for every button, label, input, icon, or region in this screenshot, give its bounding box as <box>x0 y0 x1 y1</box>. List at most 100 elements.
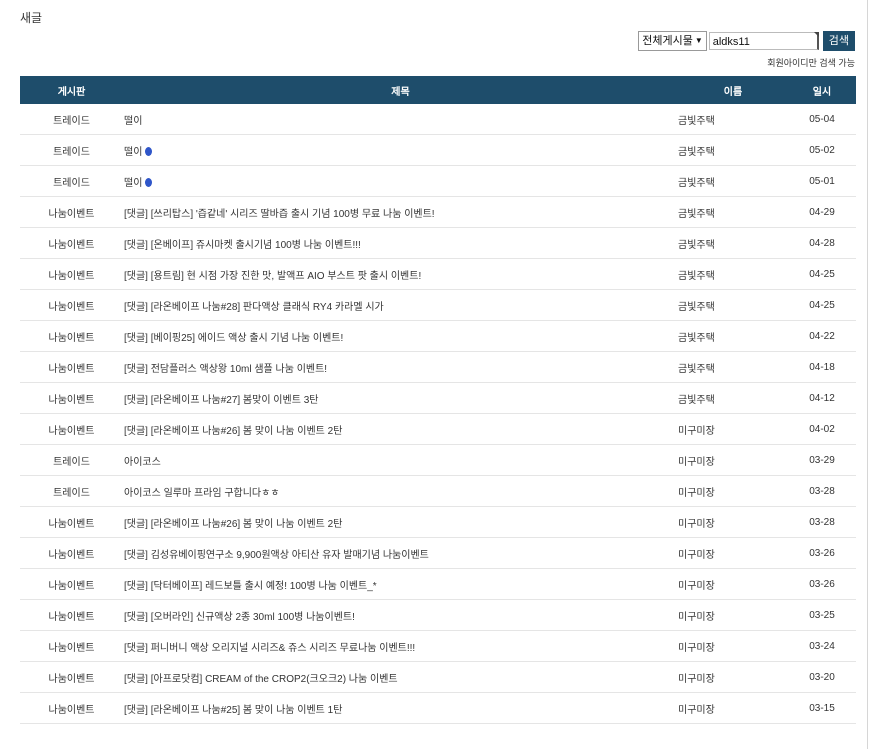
row-title-link[interactable]: 아이코스 <box>123 457 161 468</box>
search-scope-selected: 전체게시물 <box>642 35 693 47</box>
row-board-link[interactable]: 나눔이벤트 <box>20 320 123 352</box>
row-title-link[interactable]: [댓글] [라온베이프 나눔#27] 봄맞이 이벤트 3탄 <box>123 395 318 406</box>
row-board-link[interactable]: 나눔이벤트 <box>20 351 123 383</box>
row-title-link[interactable]: [댓글] 퍼니버니 액상 오리지널 시리즈& 쥬스 시리즈 무료나눔 이벤트!!… <box>123 643 415 654</box>
row-title-link[interactable]: 떨이 <box>123 116 142 127</box>
row-title-cell: [댓글] [용트림] 현 시점 가장 진한 맛, 발액프 AIO 부스트 팟 출… <box>123 258 678 290</box>
row-title-link[interactable]: [댓글] 김성유베이핑연구소 9,900원액상 아티산 유자 발매기념 나눔이벤… <box>123 550 429 561</box>
row-date: 04-28 <box>788 227 856 259</box>
row-author[interactable]: 미구미장 <box>678 692 788 724</box>
row-title-cell: [댓글] [라온베이프 나눔#27] 봄맞이 이벤트 3탄 <box>123 382 678 414</box>
table-row[interactable]: 나눔이벤트 [댓글] 퍼니버니 액상 오리지널 시리즈& 쥬스 시리즈 무료나눔 … <box>20 630 856 662</box>
row-board-link[interactable]: 나눔이벤트 <box>20 506 123 538</box>
row-author[interactable]: 미구미장 <box>678 413 788 445</box>
row-title-link[interactable]: [댓글] 전담플러스 액상왕 10ml 샘플 나눔 이벤트! <box>123 364 327 375</box>
search-scope-select[interactable]: 전체게시물 ▼ <box>638 31 707 51</box>
row-author[interactable]: 금빛주택 <box>678 351 788 383</box>
row-board-link[interactable]: 나눔이벤트 <box>20 289 123 321</box>
row-board-link[interactable]: 나눔이벤트 <box>20 692 123 724</box>
row-board-link[interactable]: 나눔이벤트 <box>20 537 123 569</box>
table-row[interactable]: 나눔이벤트 [댓글] [온베이프] 쥬시마켓 출시기념 100병 나눔 이벤트!!… <box>20 227 856 259</box>
row-author[interactable]: 미구미장 <box>678 506 788 538</box>
row-board-link[interactable]: 나눔이벤트 <box>20 413 123 445</box>
table-row[interactable]: 나눔이벤트 [댓글] 김성유베이핑연구소 9,900원액상 아티산 유자 발매기념… <box>20 537 856 569</box>
table-row[interactable]: 트레이드 떨이 금빛주택 05-04 <box>20 104 856 135</box>
row-board-link[interactable]: 나눔이벤트 <box>20 258 123 290</box>
row-board-link[interactable]: 나눔이벤트 <box>20 196 123 228</box>
row-title-cell: [댓글] 전담플러스 액상왕 10ml 샘플 나눔 이벤트! <box>123 351 678 383</box>
row-title-link[interactable]: [댓글] [아프로닷컴] CREAM of the CROP2(크오크2) 나눔… <box>123 674 398 685</box>
row-board-link[interactable]: 나눔이벤트 <box>20 568 123 600</box>
row-author[interactable]: 금빛주택 <box>678 258 788 290</box>
row-title-link[interactable]: [댓글] [라온베이프 나눔#25] 봄 맞이 나눔 이벤트 1탄 <box>123 705 342 716</box>
table-row[interactable]: 나눔이벤트 [댓글] [라온베이프 나눔#26] 봄 맞이 나눔 이벤트 2탄 미구… <box>20 413 856 445</box>
row-author[interactable]: 미구미장 <box>678 444 788 476</box>
row-title-cell: [댓글] [아프로닷컴] CREAM of the CROP2(크오크2) 나눔… <box>123 661 678 693</box>
row-author[interactable]: 금빛주택 <box>678 165 788 197</box>
table-row[interactable]: 나눔이벤트 [댓글] [용트림] 현 시점 가장 진한 맛, 발액프 AIO 부스… <box>20 258 856 290</box>
row-title-cell: [댓글] [오버라인] 신규액상 2종 30ml 100병 나눔이벤트! <box>123 599 678 631</box>
row-board-link[interactable]: 트레이드 <box>20 475 123 507</box>
table-row[interactable]: 트레이드 떨이 금빛주택 05-02 <box>20 134 856 166</box>
table-row[interactable]: 트레이드 아이코스 일루마 프라임 구합니다ㅎㅎ 미구미장 03-28 <box>20 475 856 507</box>
search-button[interactable]: 검색 <box>822 31 855 51</box>
row-title-cell: [댓글] [쓰리탑스] '즙같네' 시리즈 딸바즙 출시 기념 100병 무료 … <box>123 196 678 228</box>
row-title-link[interactable]: [댓글] [오버라인] 신규액상 2종 30ml 100병 나눔이벤트! <box>123 612 355 623</box>
table-row[interactable]: 나눔이벤트 [댓글] [베이핑25] 에이드 액상 출시 기념 나눔 이벤트! 금빛… <box>20 320 856 352</box>
row-date: 03-15 <box>788 692 856 724</box>
row-author[interactable]: 금빛주택 <box>678 382 788 414</box>
table-row[interactable]: 나눔이벤트 [댓글] [오버라인] 신규액상 2종 30ml 100병 나눔이벤트… <box>20 599 856 631</box>
row-title-link[interactable]: [댓글] [닥터베이프] 레드보틀 출시 예정! 100병 나눔 이벤트_* <box>123 581 377 592</box>
row-board-link[interactable]: 트레이드 <box>20 134 123 166</box>
row-title-link[interactable]: 떨이 <box>123 178 142 189</box>
table-row[interactable]: 트레이드 아이코스 미구미장 03-29 <box>20 444 856 476</box>
row-board-link[interactable]: 나눔이벤트 <box>20 661 123 693</box>
row-author[interactable]: 금빛주택 <box>678 320 788 352</box>
row-title-link[interactable]: [댓글] [라온베이프 나눔#28] 판다액상 클래식 RY4 카라멜 시가 <box>123 302 384 313</box>
row-author[interactable]: 금빛주택 <box>678 196 788 228</box>
row-author[interactable]: 미구미장 <box>678 661 788 693</box>
row-author[interactable]: 미구미장 <box>678 537 788 569</box>
row-title-link[interactable]: [댓글] [라온베이프 나눔#26] 봄 맞이 나눔 이벤트 2탄 <box>123 426 342 437</box>
table-row[interactable]: 나눔이벤트 [댓글] [라온베이프 나눔#28] 판다액상 클래식 RY4 카라멜… <box>20 289 856 321</box>
row-board-link[interactable]: 트레이드 <box>20 444 123 476</box>
table-row[interactable]: 나눔이벤트 [댓글] [아프로닷컴] CREAM of the CROP2(크오크… <box>20 661 856 693</box>
row-board-link[interactable]: 트레이드 <box>20 165 123 197</box>
row-board-link[interactable]: 트레이드 <box>20 104 123 135</box>
row-title-link[interactable]: [댓글] [온베이프] 쥬시마켓 출시기념 100병 나눔 이벤트!!! <box>123 240 361 251</box>
row-board-link[interactable]: 나눔이벤트 <box>20 599 123 631</box>
table-row[interactable]: 나눔이벤트 [댓글] [라온베이프 나눔#25] 봄 맞이 나눔 이벤트 1탄 미구… <box>20 692 856 724</box>
row-author[interactable]: 금빛주택 <box>678 227 788 259</box>
emoji-icon <box>145 177 153 187</box>
row-author[interactable]: 금빛주택 <box>678 104 788 135</box>
row-author[interactable]: 금빛주택 <box>678 134 788 166</box>
header-name: 이름 <box>678 76 788 104</box>
table-row[interactable]: 나눔이벤트 [댓글] 전담플러스 액상왕 10ml 샘플 나눔 이벤트! 금빛주택 0… <box>20 351 856 383</box>
row-title-link[interactable]: [댓글] [라온베이프 나눔#26] 봄 맞이 나눔 이벤트 2탄 <box>123 519 342 530</box>
row-title-link[interactable]: [댓글] [베이핑25] 에이드 액상 출시 기념 나눔 이벤트! <box>123 333 343 344</box>
row-date: 03-25 <box>788 599 856 631</box>
row-author[interactable]: 금빛주택 <box>678 289 788 321</box>
row-board-link[interactable]: 나눔이벤트 <box>20 630 123 662</box>
row-board-link[interactable]: 나눔이벤트 <box>20 227 123 259</box>
row-title-link[interactable]: [댓글] [쓰리탑스] '즙같네' 시리즈 딸바즙 출시 기념 100병 무료 … <box>123 209 435 220</box>
row-date: 04-29 <box>788 196 856 228</box>
table-row[interactable]: 나눔이벤트 [댓글] [라온베이프 나눔#26] 봄 맞이 나눔 이벤트 2탄 미구… <box>20 506 856 538</box>
table-row[interactable]: 나눔이벤트 [댓글] [쓰리탑스] '즙같네' 시리즈 딸바즙 출시 기념 100… <box>20 196 856 228</box>
row-title-cell: [댓글] [온베이프] 쥬시마켓 출시기념 100병 나눔 이벤트!!! <box>123 227 678 259</box>
table-row[interactable]: 나눔이벤트 [댓글] [라온베이프 나눔#27] 봄맞이 이벤트 3탄 금빛주택 04… <box>20 382 856 414</box>
row-author[interactable]: 미구미장 <box>678 630 788 662</box>
row-title-link[interactable]: [댓글] [용트림] 현 시점 가장 진한 맛, 발액프 AIO 부스트 팟 출… <box>123 271 421 282</box>
search-input[interactable]: aldks11 <box>708 32 819 50</box>
table-row[interactable]: 트레이드 떨이 금빛주택 05-01 <box>20 165 856 197</box>
row-title-link[interactable]: 떨이 <box>123 147 142 158</box>
row-title-link[interactable]: 아이코스 일루마 프라임 구합니다ㅎㅎ <box>123 488 280 499</box>
row-author[interactable]: 미구미장 <box>678 568 788 600</box>
row-author[interactable]: 미구미장 <box>678 475 788 507</box>
table-row[interactable]: 나눔이벤트 [댓글] [닥터베이프] 레드보틀 출시 예정! 100병 나눔 이벤… <box>20 568 856 600</box>
row-author[interactable]: 미구미장 <box>678 599 788 631</box>
row-title-cell: 떨이 <box>123 104 678 135</box>
search-bar: 전체게시물 ▼ aldks11 검색 <box>638 31 855 51</box>
row-board-link[interactable]: 나눔이벤트 <box>20 382 123 414</box>
posts-table: 게시판 제목 이름 일시 트레이드 떨이 금빛주택 05-04 트레이드 떨이 금빛주택 05… <box>20 76 856 724</box>
